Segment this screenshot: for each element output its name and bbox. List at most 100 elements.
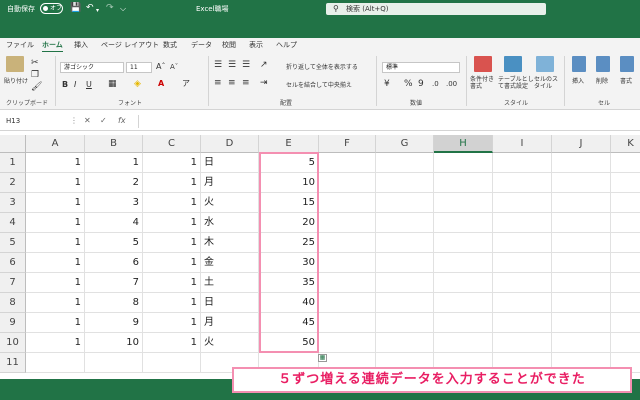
- row-header[interactable]: 1: [0, 153, 26, 173]
- cell-h7[interactable]: [434, 273, 493, 293]
- cell-a8[interactable]: 1: [26, 293, 85, 313]
- cell-g8[interactable]: [376, 293, 434, 313]
- tab-file[interactable]: ファイル: [6, 40, 34, 50]
- tab-data[interactable]: データ: [191, 40, 212, 50]
- align-center-icon[interactable]: ≡: [228, 78, 236, 88]
- cell-g4[interactable]: [376, 213, 434, 233]
- column-header-i[interactable]: I: [493, 135, 552, 153]
- cell-e8[interactable]: 40: [259, 293, 319, 313]
- decrease-font-icon[interactable]: Aˇ: [170, 62, 178, 72]
- row-header[interactable]: 4: [0, 213, 26, 233]
- cell-e2[interactable]: 10: [259, 173, 319, 193]
- name-box[interactable]: H13: [3, 115, 63, 128]
- increase-font-icon[interactable]: Aˆ: [156, 62, 165, 72]
- cell-k3[interactable]: [611, 193, 640, 213]
- format-painter-icon[interactable]: 🖌: [31, 82, 42, 92]
- cell-k9[interactable]: [611, 313, 640, 333]
- cell-j5[interactable]: [552, 233, 611, 253]
- autosave-toggle[interactable]: オフ: [40, 3, 63, 14]
- cell-i3[interactable]: [493, 193, 552, 213]
- cell-a1[interactable]: 1: [26, 153, 85, 173]
- decrease-decimal-icon[interactable]: .00: [446, 79, 457, 89]
- cell-d10[interactable]: 火: [201, 333, 259, 353]
- cell-e9[interactable]: 45: [259, 313, 319, 333]
- cell-a10[interactable]: 1: [26, 333, 85, 353]
- cell-c8[interactable]: 1: [143, 293, 201, 313]
- cell-e5[interactable]: 25: [259, 233, 319, 253]
- cell-f10[interactable]: [319, 333, 376, 353]
- cell-k2[interactable]: [611, 173, 640, 193]
- format-table-button[interactable]: テーブルとして書式設定: [498, 76, 534, 90]
- cell-styles-icon[interactable]: [536, 56, 554, 72]
- cancel-icon[interactable]: ✕: [84, 116, 91, 125]
- cell-j8[interactable]: [552, 293, 611, 313]
- cell-c3[interactable]: 1: [143, 193, 201, 213]
- cell-b6[interactable]: 6: [85, 253, 143, 273]
- cell-k5[interactable]: [611, 233, 640, 253]
- cell-k6[interactable]: [611, 253, 640, 273]
- cell-d1[interactable]: 日: [201, 153, 259, 173]
- cell-c10[interactable]: 1: [143, 333, 201, 353]
- cell-j6[interactable]: [552, 253, 611, 273]
- cell-b4[interactable]: 4: [85, 213, 143, 233]
- cell-g7[interactable]: [376, 273, 434, 293]
- paste-icon[interactable]: [6, 56, 24, 72]
- format-cells-icon[interactable]: [620, 56, 634, 72]
- cell-k4[interactable]: [611, 213, 640, 233]
- borders-icon[interactable]: ▦: [108, 79, 117, 89]
- row-header[interactable]: 8: [0, 293, 26, 313]
- cell-c11[interactable]: [143, 353, 201, 373]
- customize-qat-icon[interactable]: ⌵: [120, 3, 126, 14]
- cell-c7[interactable]: 1: [143, 273, 201, 293]
- insert-cells-button[interactable]: 挿入: [572, 76, 584, 85]
- cell-a2[interactable]: 1: [26, 173, 85, 193]
- cell-g9[interactable]: [376, 313, 434, 333]
- tab-review[interactable]: 校閲: [222, 40, 236, 50]
- autofill-options-icon[interactable]: ▦: [318, 354, 327, 362]
- cell-i5[interactable]: [493, 233, 552, 253]
- cut-icon[interactable]: ✂: [31, 58, 39, 68]
- column-header-c[interactable]: C: [143, 135, 201, 153]
- cell-f7[interactable]: [319, 273, 376, 293]
- row-header[interactable]: 3: [0, 193, 26, 213]
- number-format-select[interactable]: 標準: [382, 62, 460, 73]
- bold-icon[interactable]: B: [62, 80, 68, 90]
- cell-j3[interactable]: [552, 193, 611, 213]
- cell-a11[interactable]: [26, 353, 85, 373]
- cell-i6[interactable]: [493, 253, 552, 273]
- align-bottom-icon[interactable]: ☰: [242, 60, 250, 70]
- cell-h9[interactable]: [434, 313, 493, 333]
- cell-f1[interactable]: [319, 153, 376, 173]
- cell-j4[interactable]: [552, 213, 611, 233]
- wrap-text-button[interactable]: 折り返して全体を表示する: [286, 62, 358, 71]
- tab-formulas[interactable]: 数式: [163, 40, 177, 50]
- save-icon[interactable]: 💾: [70, 3, 81, 14]
- cell-g5[interactable]: [376, 233, 434, 253]
- column-header-k[interactable]: K: [611, 135, 640, 153]
- cell-h3[interactable]: [434, 193, 493, 213]
- cell-c5[interactable]: 1: [143, 233, 201, 253]
- cell-d9[interactable]: 月: [201, 313, 259, 333]
- percent-icon[interactable]: %: [404, 79, 413, 89]
- cell-h5[interactable]: [434, 233, 493, 253]
- column-header-h[interactable]: H: [434, 135, 493, 153]
- column-header-a[interactable]: A: [26, 135, 85, 153]
- tab-insert[interactable]: 挿入: [74, 40, 88, 50]
- cell-h1[interactable]: [434, 153, 493, 173]
- cell-f6[interactable]: [319, 253, 376, 273]
- cell-b8[interactable]: 8: [85, 293, 143, 313]
- cell-f4[interactable]: [319, 213, 376, 233]
- comma-style-icon[interactable]: 9: [418, 79, 424, 89]
- increase-decimal-icon[interactable]: .0: [432, 79, 439, 89]
- cell-c2[interactable]: 1: [143, 173, 201, 193]
- cell-i1[interactable]: [493, 153, 552, 173]
- currency-icon[interactable]: ¥: [384, 79, 390, 89]
- cell-b10[interactable]: 10: [85, 333, 143, 353]
- cell-i7[interactable]: [493, 273, 552, 293]
- cell-a9[interactable]: 1: [26, 313, 85, 333]
- select-all-corner[interactable]: [0, 135, 26, 153]
- cell-d7[interactable]: 土: [201, 273, 259, 293]
- cell-d6[interactable]: 金: [201, 253, 259, 273]
- cell-f9[interactable]: [319, 313, 376, 333]
- search-box[interactable]: ⚲ 検索 (Alt+Q): [326, 3, 546, 15]
